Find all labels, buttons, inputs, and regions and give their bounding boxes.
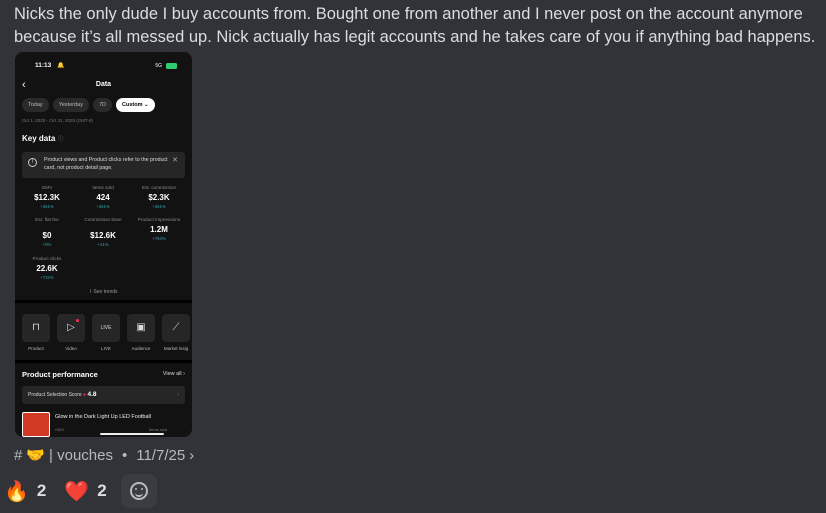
score-dot-icon: ●	[83, 392, 87, 398]
metric-change: +763%	[152, 235, 166, 241]
smiley-icon	[129, 482, 148, 500]
chart-icon: ⟋	[162, 314, 190, 342]
bell-icon: 🔔	[57, 63, 65, 69]
audience-icon: ▣	[127, 314, 155, 342]
battery-icon	[166, 63, 177, 69]
add-reaction-button[interactable]	[120, 474, 157, 508]
tool-label: Market insig	[163, 346, 189, 351]
phone-nav: ‹ Data	[15, 79, 192, 93]
screen-title: Data	[95, 81, 112, 88]
metric-change: +361%	[152, 203, 166, 209]
attached-screenshot[interactable]: 11:13 🔔 5G ‹ Data Today Yesterday 7D Cus…	[15, 52, 192, 437]
date-range: Oct 1, 2025 - Oct 31, 2025 (GMT-8)	[22, 118, 94, 123]
metric-label: Product impressions	[137, 217, 181, 222]
metric-label: Items sold	[92, 185, 114, 190]
product-name: Glow in the Dark Light Up LED Football	[55, 414, 151, 420]
product-selection-score[interactable]: Product Selection Score ● 4.8 ›	[22, 386, 185, 404]
play-icon: ▷	[57, 314, 85, 342]
metric-product-impressions: Product impressions 1.2M +763%	[131, 217, 187, 241]
metric-value: 424	[96, 192, 110, 202]
metric-est-commission: Est. commission $2.3K +361%	[131, 185, 187, 209]
reaction-fire[interactable]: 🔥 2	[0, 474, 54, 508]
metric-gmv: GMV $12.3K +361%	[19, 185, 75, 209]
chip-today[interactable]: Today	[22, 98, 49, 112]
tool-shortcuts: ⊓ Product ▷ Video LIVE LIVE ▣ Audience ⟋…	[22, 314, 190, 351]
handshake-icon: 🤝	[26, 447, 46, 464]
tool-market-insights[interactable]: ⟋ Market insig	[162, 314, 190, 351]
channel-name[interactable]: | vouches	[49, 447, 113, 464]
live-icon: LIVE	[92, 314, 120, 342]
channel-hash-icon: #	[14, 446, 23, 464]
reactions-bar: 🔥 2 ❤️ 2	[0, 474, 157, 508]
product-performance-title: Product performance	[22, 370, 98, 379]
phone-status-bar: 11:13 🔔 5G	[15, 52, 192, 74]
chip-7d[interactable]: 7D	[92, 98, 112, 112]
status-time: 11:13	[35, 62, 52, 69]
notice-text: Product views and Product clicks refer t…	[44, 157, 168, 171]
tool-label: LIVE	[101, 346, 111, 351]
close-icon[interactable]: ✕	[172, 156, 178, 164]
metric-value: $12.6K	[90, 230, 116, 240]
scroll-indicator	[100, 433, 164, 435]
metric-change: +361%	[40, 203, 54, 209]
chip-custom[interactable]: Custom ⌄	[115, 98, 155, 112]
see-trends-link[interactable]: ⌇ See trends	[15, 289, 192, 295]
metric-change: +0%	[42, 241, 52, 247]
forwarded-from-row[interactable]: # 🤝 | vouches • 11/7/25 ›	[14, 446, 195, 465]
product-gmv-label: GMV	[55, 427, 65, 432]
message-text: Nicks the only dude I buy accounts from.…	[14, 5, 816, 46]
metric-label: Est. flat fee	[35, 217, 59, 222]
score-label: Product Selection Score	[28, 392, 82, 398]
chevron-right-icon: ›	[177, 392, 179, 398]
metric-label: Product clicks	[32, 256, 62, 261]
product-items-label: Items sold	[149, 427, 168, 432]
score-value: 4.8	[87, 391, 97, 398]
metric-value: 22.6K	[36, 263, 58, 273]
reaction-count: 2	[97, 481, 107, 500]
tool-label: Video	[65, 346, 77, 351]
product-row[interactable]: Glow in the Dark Light Up LED Football G…	[22, 412, 185, 437]
reaction-heart[interactable]: ❤️ 2	[60, 474, 114, 508]
metric-value: $2.3K	[148, 192, 170, 202]
heart-icon: ❤️	[64, 480, 90, 503]
tool-audience[interactable]: ▣ Audience	[127, 314, 155, 351]
reaction-count: 2	[36, 481, 47, 500]
metric-flat-fee: Est. flat fee $0 +0%	[19, 217, 75, 247]
section-divider	[15, 360, 192, 363]
date-filter-chips: Today Yesterday 7D Custom ⌄	[22, 98, 155, 112]
info-circle-icon: !	[28, 158, 37, 167]
metric-product-clicks: Product clicks 22.6K +732%	[19, 256, 75, 280]
separator: •	[121, 446, 128, 464]
metric-change: +41%	[97, 241, 109, 247]
metric-items-sold: Items sold 424 +361%	[75, 185, 131, 209]
metric-value: $12.3K	[34, 192, 60, 202]
see-trends-label: See trends	[93, 289, 118, 295]
metric-label: Commission base	[84, 217, 122, 222]
tool-label: Product	[28, 346, 44, 351]
metric-label: GMV	[41, 185, 53, 190]
tool-video[interactable]: ▷ Video	[57, 314, 85, 351]
tool-label: Audience	[131, 346, 151, 351]
notice-banner: ! Product views and Product clicks refer…	[22, 152, 185, 178]
view-all-link[interactable]: View all ›	[163, 371, 185, 377]
section-divider	[15, 300, 192, 303]
metric-commission-base: Commission base $12.6K +41%	[75, 217, 131, 247]
metric-label: Est. commission	[141, 185, 177, 190]
key-data-heading: Key data ⓘ	[22, 134, 64, 143]
chip-yesterday[interactable]: Yesterday	[52, 98, 89, 112]
message-date: 11/7/25	[136, 446, 186, 464]
tool-product[interactable]: ⊓ Product	[22, 314, 50, 351]
fire-icon: 🔥	[4, 480, 29, 503]
metric-value: 1.2M	[150, 224, 168, 234]
tool-live[interactable]: LIVE LIVE	[92, 314, 120, 351]
metric-change: +732%	[40, 274, 54, 280]
chevron-right-icon: ›	[189, 446, 195, 464]
key-data-title: Key data	[22, 134, 56, 143]
info-icon[interactable]: ⓘ	[58, 137, 64, 143]
metric-value: $0	[42, 230, 52, 240]
network-label: 5G	[155, 63, 162, 69]
metric-change: +361%	[96, 203, 110, 209]
bag-icon: ⊓	[22, 314, 50, 342]
product-thumbnail	[22, 412, 50, 437]
